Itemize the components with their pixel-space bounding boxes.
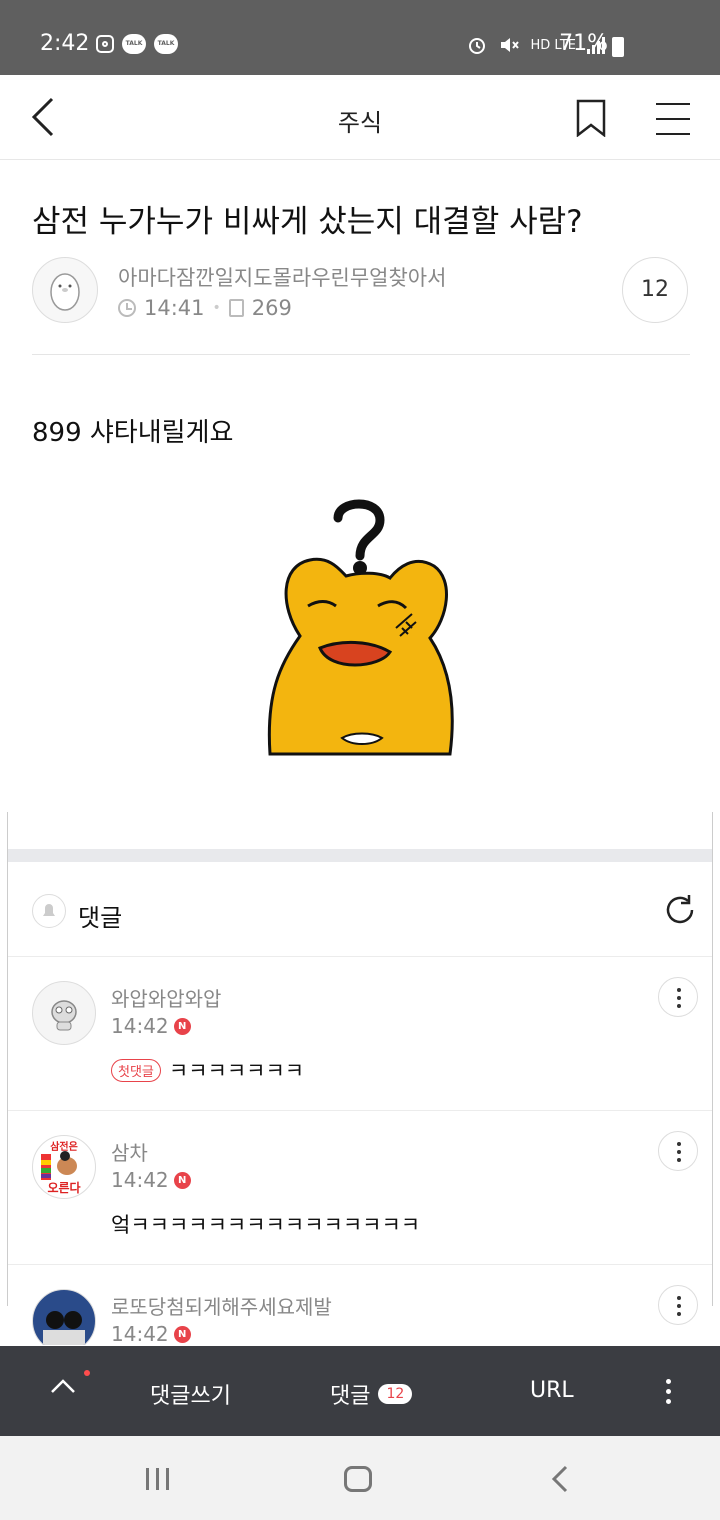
url-button[interactable]: URL [530, 1378, 574, 1403]
write-comment-button[interactable]: 댓글쓰기 [150, 1378, 231, 1410]
frame-edge [712, 812, 713, 1306]
commenter-avatar[interactable] [32, 981, 96, 1045]
bookmark-icon[interactable] [576, 99, 606, 137]
commenter-avatar[interactable]: 삼전은 오른다 [32, 1135, 96, 1199]
menu-icon[interactable] [656, 103, 690, 148]
comment-text-row: 첫댓글 ㅋㅋㅋㅋㅋㅋㅋ [111, 1055, 304, 1085]
separator-dot: • [212, 300, 221, 316]
avatar-caption-bottom: 오른다 [47, 1181, 81, 1195]
author-avatar[interactable] [32, 257, 98, 323]
new-badge: N [173, 1325, 191, 1343]
commenter-name[interactable]: 로또당첨되게해주세요제발 [111, 1291, 332, 1320]
status-bar: 2:42 TALK TALK HD LTE 71% [0, 0, 720, 75]
system-nav-bar [0, 1436, 720, 1520]
post-time: 14:41 [144, 296, 205, 320]
comment-time: 14:42 N [111, 1014, 191, 1038]
comments-button[interactable]: 댓글 12 [330, 1378, 413, 1410]
comments-label: 댓글 [78, 904, 123, 932]
scroll-top-icon[interactable] [50, 1376, 76, 1396]
comment-more-button[interactable] [658, 977, 698, 1017]
notification-icons: TALK TALK [96, 34, 178, 54]
author-name[interactable]: 아마다잠깐일지도몰라우린무얼찾아서 [118, 262, 446, 292]
comments-count-badge: 12 [378, 1384, 413, 1404]
comment-text: ㅋㅋㅋㅋㅋㅋㅋ [168, 1059, 305, 1083]
character-icon [51, 1000, 77, 1031]
refresh-icon[interactable] [662, 892, 698, 928]
comment-text: 엌ㅋㅋㅋㅋㅋㅋㅋㅋㅋㅋㅋㅋㅋㅋㅋ [111, 1213, 421, 1237]
comments-header: 댓글 [8, 862, 712, 957]
bell-icon[interactable] [32, 894, 66, 928]
comment-item: 삼전은 오른다 삼차 14:42 N 엌ㅋㅋㅋㅋㅋㅋㅋㅋㅋㅋㅋㅋㅋㅋㅋ [8, 1111, 712, 1265]
comment-item: 와압와압와압 14:42 N 첫댓글 ㅋㅋㅋㅋㅋㅋㅋ [8, 957, 712, 1111]
divider [32, 354, 690, 355]
avatar-illustration [43, 1311, 85, 1345]
sticker-image [267, 499, 454, 756]
new-badge: N [173, 1017, 191, 1035]
comment-time-text: 14:42 [111, 1168, 169, 1192]
board-title: 주식 [337, 109, 383, 137]
alarm-icon [469, 38, 486, 54]
post-meta: 14:41 • 269 [118, 296, 292, 320]
commenter-name[interactable]: 삼차 [111, 1137, 148, 1166]
top-bar: 주식 [0, 75, 720, 160]
battery-icon [612, 37, 624, 57]
views-icon [228, 299, 244, 317]
nav-back-icon[interactable] [550, 1464, 570, 1494]
comment-item: 로또당첨되게해주세요제발 14:42 N [8, 1265, 712, 1345]
recent-apps-icon[interactable] [146, 1468, 169, 1490]
commenter-name[interactable]: 와압와압와압 [111, 983, 221, 1012]
first-comment-badge: 첫댓글 [111, 1058, 161, 1082]
post-body-text: 899 샤타내릴게요 [32, 418, 234, 448]
battery-percent: 71% [559, 31, 608, 56]
comments-button-label: 댓글 [330, 1384, 371, 1409]
view-count: 269 [251, 296, 292, 320]
status-time: 2:42 [40, 31, 90, 56]
post-title: 삼전 누가누가 비싸게 샀는지 대결할 사람? [32, 204, 583, 240]
clock-icon [118, 299, 136, 317]
comment-time-text: 14:42 [111, 1322, 169, 1345]
comment-more-button[interactable] [658, 1285, 698, 1325]
commenter-avatar[interactable] [32, 1289, 96, 1345]
bottom-action-bar: 댓글쓰기 댓글 12 URL [0, 1346, 720, 1436]
mute-icon [501, 38, 520, 52]
comment-more-button[interactable] [658, 1131, 698, 1171]
notification-dot [84, 1370, 90, 1376]
kakaotalk-icon: TALK [154, 34, 178, 54]
instagram-icon [96, 35, 114, 53]
comment-time-text: 14:42 [111, 1014, 169, 1038]
comment-time: 14:42 N [111, 1322, 191, 1345]
new-badge: N [173, 1171, 191, 1189]
kakaotalk-icon: TALK [122, 34, 146, 54]
more-vertical-icon[interactable] [666, 1379, 672, 1409]
comment-time: 14:42 N [111, 1168, 191, 1192]
section-divider [8, 849, 712, 862]
penguin-icon [50, 273, 80, 311]
comment-text-row: 엌ㅋㅋㅋㅋㅋㅋㅋㅋㅋㅋㅋㅋㅋㅋㅋ [111, 1209, 420, 1239]
home-icon[interactable] [344, 1466, 372, 1492]
comment-count-button[interactable]: 12 [622, 257, 688, 323]
